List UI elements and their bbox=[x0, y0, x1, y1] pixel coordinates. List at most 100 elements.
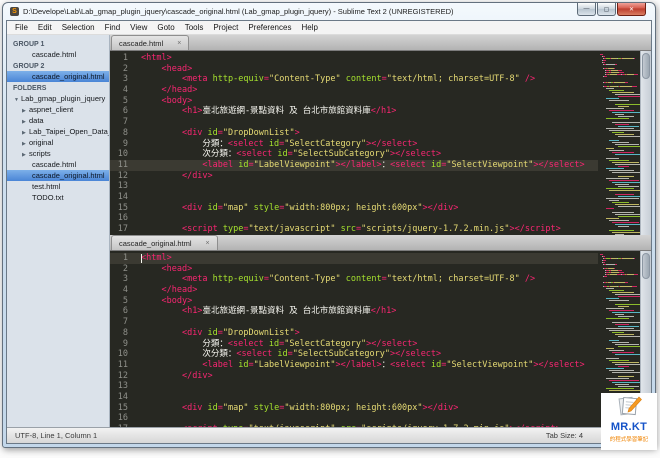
minimap-line bbox=[600, 156, 638, 157]
minimap-line bbox=[600, 298, 638, 299]
minimap-line bbox=[600, 76, 638, 77]
code-line: 15 <div id="map" style="width:800px; hei… bbox=[110, 403, 598, 414]
minimap-line bbox=[600, 284, 638, 285]
editor-pane-bottom: cascade_original.html × 1 <html> 2 <head> 3… bbox=[110, 235, 651, 427]
menu-help[interactable]: Help bbox=[296, 23, 322, 32]
minimap-line bbox=[600, 166, 638, 167]
minimap-line bbox=[600, 306, 638, 307]
minimap-line bbox=[600, 272, 638, 273]
minimap-line bbox=[600, 352, 638, 353]
minimap-line bbox=[600, 66, 638, 67]
menu-tools[interactable]: Tools bbox=[180, 23, 209, 32]
sidebar-item-label: Lab_Taipei_Open_Data_Travel bbox=[29, 127, 109, 136]
minimap-line bbox=[600, 194, 638, 195]
code-lines: 1 <html> 2 <head> 3 <meta http-equiv="Conte… bbox=[110, 51, 598, 235]
minimap-line bbox=[600, 144, 639, 145]
sidebar-item-cascade-html[interactable]: cascade.html bbox=[7, 159, 109, 170]
scrollbar-thumb[interactable] bbox=[642, 253, 650, 279]
sidebar-item-original[interactable]: ▶ original bbox=[7, 137, 109, 148]
minimap[interactable] bbox=[598, 51, 640, 235]
tab-cascade-original-html[interactable]: cascade_original.html × bbox=[111, 235, 218, 250]
folder-collapsed-icon[interactable]: ▶ bbox=[22, 128, 29, 137]
sidebar-item-todo-txt[interactable]: TODO.txt bbox=[7, 192, 109, 203]
code-line: 12 </div> bbox=[110, 171, 598, 182]
line-number: 8 bbox=[122, 327, 128, 338]
sidebar-item-cascade-original-html[interactable]: cascade_original.html bbox=[7, 170, 109, 181]
minimap-line bbox=[600, 288, 638, 289]
menu-goto[interactable]: Goto bbox=[152, 23, 179, 32]
minimap-line bbox=[600, 186, 639, 187]
menu-file[interactable]: File bbox=[10, 23, 33, 32]
vertical-scrollbar[interactable] bbox=[640, 51, 651, 235]
minimap-line bbox=[600, 292, 638, 293]
tab-close-icon[interactable]: × bbox=[177, 40, 181, 47]
sidebar-item-scripts[interactable]: ▶ scripts bbox=[7, 148, 109, 159]
code-text: <h1>臺北旅遊網-景點資料 及 台北市旅館資料庫</h1> bbox=[181, 106, 397, 117]
minimap-line bbox=[600, 330, 640, 331]
minimap-line bbox=[600, 212, 638, 213]
sidebar-item-cascade-html[interactable]: cascade.html bbox=[7, 49, 109, 60]
minimap-line bbox=[600, 148, 638, 149]
menu-project[interactable]: Project bbox=[208, 23, 243, 32]
code-editor[interactable]: 1 <html> 2 <head> 3 <meta http-equiv="Conte… bbox=[110, 251, 651, 427]
minimap-line bbox=[600, 118, 638, 119]
watermark-title: MR.KT bbox=[610, 421, 648, 433]
minimap-line bbox=[600, 210, 638, 211]
menu-selection[interactable]: Selection bbox=[57, 23, 100, 32]
minimap-line bbox=[600, 152, 638, 153]
minimap-line bbox=[600, 370, 638, 371]
status-bar: UTF-8, Line 1, Column 1 Tab Size: 4 bbox=[7, 427, 651, 443]
line-number: 9 bbox=[122, 138, 128, 149]
mrkt-watermark: MR.KT 的程式學習筆記 bbox=[601, 393, 657, 450]
code-text: <h1>臺北旅遊網-景點資料 及 台北市旅館資料庫</h1> bbox=[181, 306, 397, 317]
menu-preferences[interactable]: Preferences bbox=[243, 23, 296, 32]
sidebar-item-test-html[interactable]: test.html bbox=[7, 181, 109, 192]
code-line: 14 bbox=[110, 392, 598, 403]
sidebar-item-cascade-original-html[interactable]: cascade_original.html bbox=[7, 71, 109, 82]
sidebar-item-data[interactable]: ▶ data bbox=[7, 115, 109, 126]
sidebar-item-aspnet-client[interactable]: ▶ aspnet_client bbox=[7, 104, 109, 115]
close-button[interactable]: ✕ bbox=[617, 3, 646, 16]
sidebar-item-label: cascade.html bbox=[32, 160, 77, 169]
tab-cascade-html[interactable]: cascade.html × bbox=[111, 35, 190, 50]
folder-collapsed-icon[interactable]: ▶ bbox=[22, 106, 29, 115]
tab-close-icon[interactable]: × bbox=[206, 240, 210, 247]
line-number: 4 bbox=[122, 285, 128, 296]
sublime-text-icon: S bbox=[10, 7, 19, 16]
scrollbar-thumb[interactable] bbox=[642, 53, 650, 79]
minimize-button[interactable]: — bbox=[577, 3, 596, 16]
folder-collapsed-icon[interactable]: ▶ bbox=[22, 117, 29, 126]
menu-edit[interactable]: Edit bbox=[33, 23, 57, 32]
line-number: 15 bbox=[117, 402, 128, 413]
folder-open-icon[interactable]: ▼ bbox=[14, 95, 21, 104]
minimap-line bbox=[600, 358, 638, 359]
minimap-line bbox=[600, 296, 640, 297]
line-number: 1 bbox=[122, 53, 128, 63]
code-line: 2 <head> bbox=[110, 64, 598, 75]
minimap-line bbox=[600, 220, 638, 221]
menu-view[interactable]: View bbox=[125, 23, 152, 32]
line-number: 11 bbox=[117, 359, 128, 370]
folder-collapsed-icon[interactable]: ▶ bbox=[22, 139, 29, 148]
maximize-button[interactable]: ▢ bbox=[597, 3, 616, 16]
folder-collapsed-icon[interactable]: ▶ bbox=[22, 150, 29, 159]
minimap-line bbox=[600, 92, 638, 93]
minimap-line bbox=[600, 344, 639, 345]
sidebar-item-lab-gmap-plugin-jquery[interactable]: ▼ Lab_gmap_plugin_jquery bbox=[7, 93, 109, 104]
code-line: 10 次分類：<select id="SelectSubCategory"></… bbox=[110, 149, 598, 160]
minimap-line bbox=[600, 62, 638, 63]
menu-find[interactable]: Find bbox=[100, 23, 126, 32]
minimap-line bbox=[600, 94, 640, 95]
code-editor[interactable]: 1 <html> 2 <head> 3 <meta http-equiv="Conte… bbox=[110, 51, 651, 235]
minimap-line bbox=[600, 114, 638, 115]
minimap-line bbox=[600, 134, 638, 135]
code-line: 4 </head> bbox=[110, 85, 598, 96]
code-line: 16 bbox=[110, 413, 598, 424]
minimap-line bbox=[600, 274, 639, 275]
minimap-line bbox=[600, 222, 639, 223]
minimap-line bbox=[600, 142, 638, 143]
minimap-line bbox=[600, 314, 638, 315]
code-line: 17 <script type="text/javascript" src="s… bbox=[110, 224, 598, 235]
sidebar-item-lab-taipei-open-data-travel[interactable]: ▶Lab_Taipei_Open_Data_Travel bbox=[7, 126, 109, 137]
